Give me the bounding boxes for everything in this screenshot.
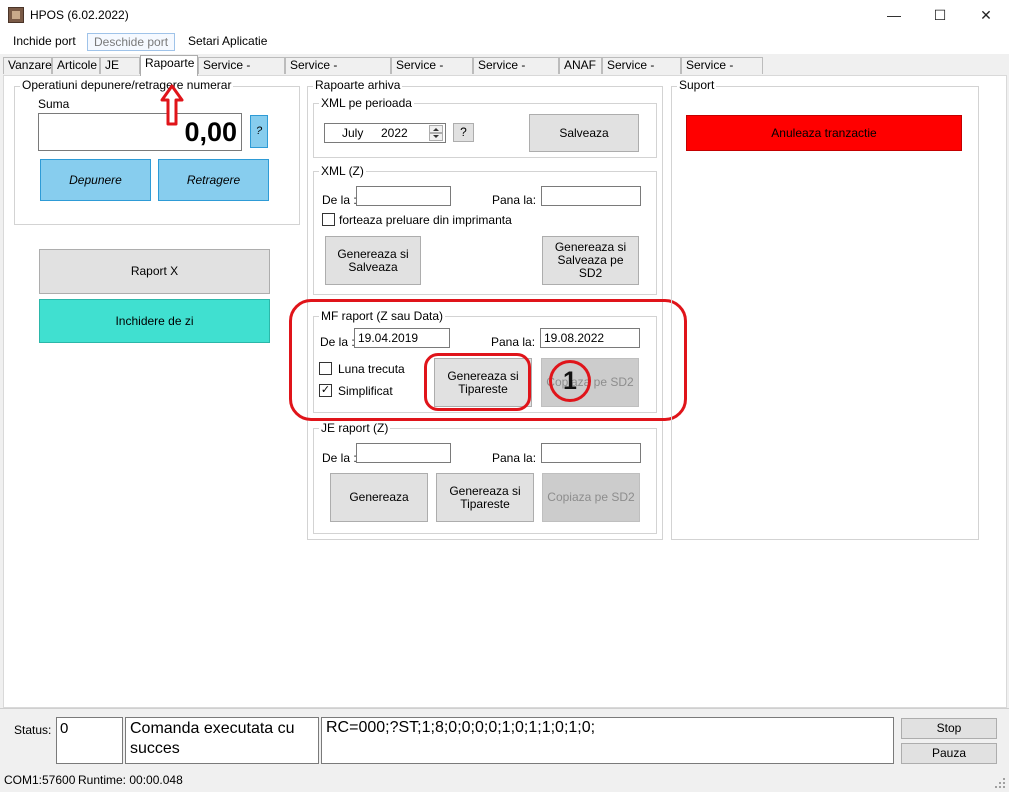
- xml-z-from-input[interactable]: [356, 186, 451, 206]
- open-port-menu[interactable]: Deschide port: [87, 33, 176, 51]
- xml-z-to-label: Pana la:: [492, 193, 537, 207]
- sum-help-button[interactable]: ?: [250, 115, 268, 148]
- tab-service-fisiere[interactable]: Service - Fisiere: [198, 57, 285, 87]
- tab-rapoarte[interactable]: Rapoarte: [140, 55, 198, 76]
- close-port-menu[interactable]: Inchide port: [7, 33, 82, 51]
- support-group: [671, 86, 979, 540]
- window-title: HPOS (6.02.2022): [30, 8, 129, 22]
- force-printer-checkbox[interactable]: [322, 213, 335, 226]
- resize-grip-icon[interactable]: [994, 777, 1006, 789]
- period-year: 2022: [381, 126, 408, 140]
- status-code: 0: [56, 717, 123, 764]
- runtime-info: Runtime: 00:00.048: [78, 773, 183, 787]
- gen-save-sd2-button[interactable]: Genereaza si Salveaza pe SD2: [542, 236, 639, 285]
- tab-service-status[interactable]: Service - Status: [473, 57, 559, 87]
- deposit-button[interactable]: Depunere: [40, 159, 151, 201]
- settings-menu[interactable]: Setari Aplicatie: [182, 33, 273, 51]
- tab-vanzare[interactable]: Vanzare: [3, 57, 52, 74]
- spinner-icon[interactable]: [429, 125, 443, 141]
- stop-button[interactable]: Stop: [901, 718, 997, 739]
- support-title: Suport: [677, 78, 717, 92]
- pause-button[interactable]: Pauza: [901, 743, 997, 764]
- xml-period-title: XML pe perioada: [319, 96, 414, 110]
- je-to-label: Pana la:: [492, 451, 537, 465]
- report-x-button[interactable]: Raport X: [39, 249, 270, 294]
- save-xml-button[interactable]: Salveaza: [529, 114, 639, 152]
- step-number-annotation: 1: [549, 360, 591, 402]
- gen-print-highlight-annotation: [424, 353, 531, 411]
- status-response: RC=000;?ST;1;8;0;0;0;0;1;0;1;1;0;1;0;: [321, 717, 894, 764]
- tab-articole[interactable]: Articole: [52, 57, 100, 74]
- period-month: July: [342, 126, 364, 140]
- xml-z-from-label: De la :: [322, 193, 357, 207]
- period-help-button[interactable]: ?: [453, 123, 474, 142]
- tab-je[interactable]: JE: [100, 57, 140, 74]
- cash-ops-title: Operatiuni depunere/retragere numerar: [20, 78, 234, 92]
- port-info: COM1:57600: [4, 773, 76, 787]
- tab-anaf[interactable]: ANAF: [559, 57, 602, 74]
- tab-service-afisaj[interactable]: Service - Afisaj: [391, 57, 473, 87]
- xml-z-to-input[interactable]: [541, 186, 641, 206]
- maximize-icon[interactable]: ☐: [917, 0, 963, 30]
- close-icon[interactable]: ✕: [963, 0, 1009, 30]
- sum-input[interactable]: 0,00: [38, 113, 242, 151]
- close-day-button[interactable]: Inchidere de zi: [39, 299, 270, 343]
- archive-title: Rapoarte arhiva: [313, 78, 403, 92]
- force-printer-label: forteaza preluare din imprimanta: [339, 213, 512, 227]
- je-gen-print-button[interactable]: Genereaza si Tipareste: [436, 473, 534, 522]
- period-picker[interactable]: July 2022: [324, 123, 446, 143]
- je-to-input[interactable]: [541, 443, 641, 463]
- je-report-title: JE raport (Z): [319, 421, 391, 435]
- title-bar: [0, 0, 1009, 30]
- withdraw-button[interactable]: Retragere: [158, 159, 269, 201]
- status-label: Status:: [14, 723, 52, 737]
- je-from-label: De la :: [322, 451, 357, 465]
- je-generate-button[interactable]: Genereaza: [330, 473, 428, 522]
- xml-z-title: XML (Z): [319, 164, 366, 178]
- tab-service-pbc[interactable]: Service - PBC: [602, 57, 681, 87]
- tab-service-istoric[interactable]: Service - Istoric: [681, 57, 763, 87]
- sum-label: Suma: [38, 97, 70, 111]
- je-from-input[interactable]: [356, 443, 451, 463]
- cancel-transaction-button[interactable]: Anuleaza tranzactie: [686, 115, 962, 151]
- tab-service-fiscalizare[interactable]: Service - Fiscalizare: [285, 57, 391, 87]
- je-copy-sd2-button: Copiaza pe SD2: [542, 473, 640, 522]
- arrow-annotation-icon: [160, 84, 184, 126]
- gen-save-button[interactable]: Genereaza si Salveaza: [325, 236, 421, 285]
- app-icon: [8, 7, 24, 23]
- minimize-icon[interactable]: —: [871, 0, 917, 30]
- status-message: Comanda executata cu succes: [125, 717, 319, 764]
